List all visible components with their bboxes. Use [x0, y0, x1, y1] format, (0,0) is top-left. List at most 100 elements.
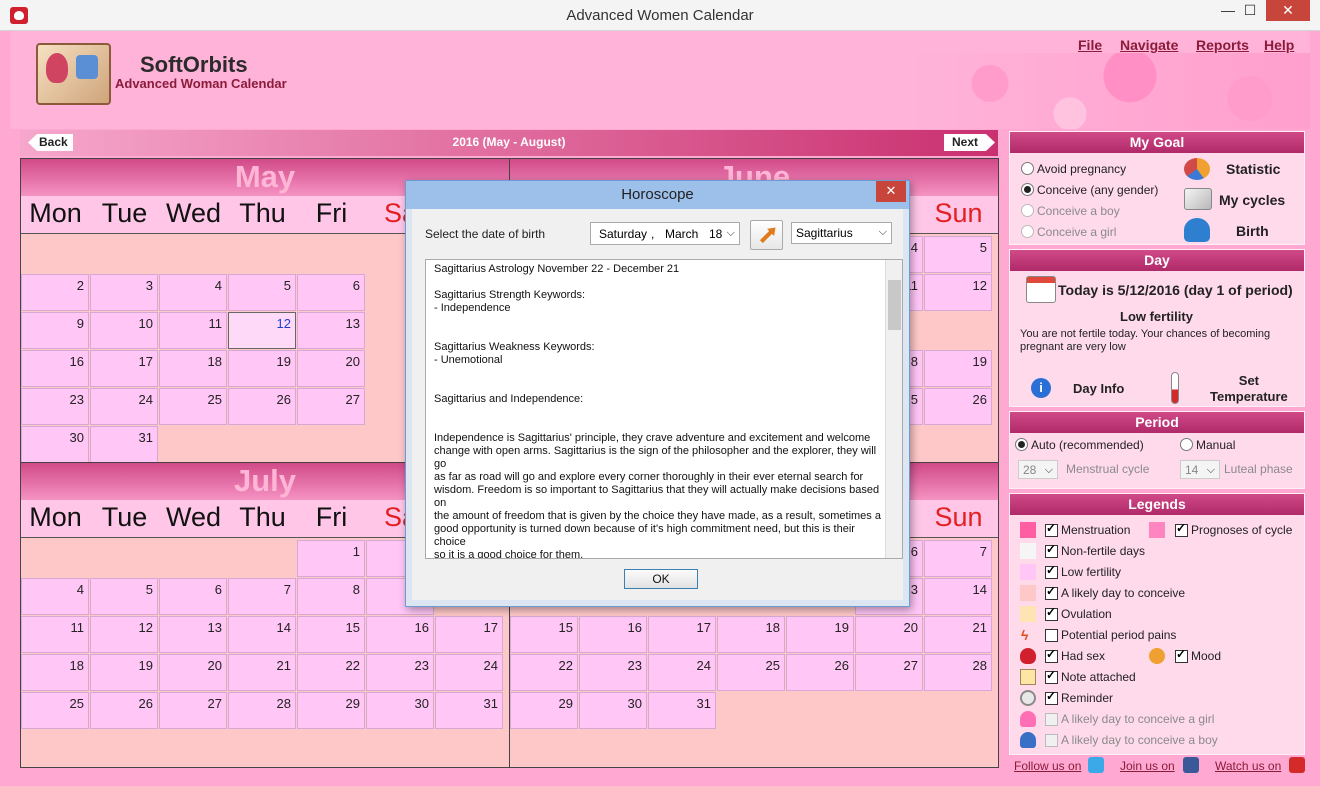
day-cell[interactable]: 7	[924, 540, 992, 577]
legend-had-sex-checkbox[interactable]: Had sex	[1045, 647, 1105, 663]
menu-file[interactable]: File	[1078, 37, 1102, 53]
day-cell[interactable]: 5	[228, 274, 296, 311]
day-cell[interactable]: 3	[90, 274, 158, 311]
day-cell[interactable]: 20	[159, 654, 227, 691]
day-cell[interactable]: 26	[924, 388, 992, 425]
day-cell[interactable]: 2	[21, 274, 89, 311]
twitter-icon[interactable]	[1088, 757, 1104, 773]
day-cell[interactable]: 30	[579, 692, 647, 729]
day-cell[interactable]: 23	[21, 388, 89, 425]
day-cell[interactable]: 15	[297, 616, 365, 653]
day-cell[interactable]: 26	[228, 388, 296, 425]
day-cell[interactable]: 14	[228, 616, 296, 653]
day-info-button[interactable]: Day Info	[1073, 381, 1124, 396]
day-cell[interactable]: 23	[366, 654, 434, 691]
day-cell[interactable]: 28	[228, 692, 296, 729]
day-cell[interactable]: 29	[297, 692, 365, 729]
legend-conceive-girl-checkbox[interactable]: A likely day to conceive a girl	[1045, 712, 1214, 726]
day-cell[interactable]: 17	[90, 350, 158, 387]
day-cell[interactable]: 23	[579, 654, 647, 691]
day-cell[interactable]: 5	[924, 236, 992, 273]
legend-conceive-boy-checkbox[interactable]: A likely day to conceive a boy	[1045, 733, 1218, 747]
menu-reports[interactable]: Reports	[1196, 37, 1249, 53]
day-cell[interactable]: 25	[159, 388, 227, 425]
cycle-length-select[interactable]: 28 ⌵	[1018, 460, 1058, 479]
legend-low-fertility-checkbox[interactable]: Low fertility	[1045, 563, 1121, 579]
day-cell[interactable]: 27	[297, 388, 365, 425]
day-cell[interactable]: 11	[21, 616, 89, 653]
close-window-button[interactable]: ✕	[1266, 0, 1310, 21]
set-temperature-button[interactable]: Set Temperature	[1210, 373, 1288, 405]
legend-likely-conceive-checkbox[interactable]: A likely day to conceive	[1045, 584, 1185, 600]
day-cell[interactable]: 30	[21, 426, 89, 462]
luteal-phase-select[interactable]: 14 ⌵	[1180, 460, 1220, 479]
day-cell[interactable]: 8	[297, 578, 365, 615]
period-auto-radio[interactable]: Auto (recommended)	[1015, 438, 1144, 452]
ok-button[interactable]: OK	[624, 569, 698, 589]
day-cell[interactable]: 17	[435, 616, 503, 653]
legend-mood-checkbox[interactable]: Mood	[1175, 647, 1221, 663]
goal-conceive-boy-radio[interactable]: Conceive a boy	[1021, 204, 1120, 218]
minimize-button[interactable]: —	[1218, 0, 1238, 21]
goal-conceive-girl-radio[interactable]: Conceive a girl	[1021, 225, 1116, 239]
day-cell[interactable]: 19	[228, 350, 296, 387]
day-cell[interactable]: 6	[297, 274, 365, 311]
day-cell[interactable]: 4	[21, 578, 89, 615]
day-cell[interactable]: 7	[228, 578, 296, 615]
menu-navigate[interactable]: Navigate	[1120, 37, 1178, 53]
day-cell[interactable]: 17	[648, 616, 716, 653]
zodiac-sign-button[interactable]	[750, 220, 783, 250]
day-cell[interactable]: 13	[159, 616, 227, 653]
day-cell[interactable]: 27	[855, 654, 923, 691]
day-cell[interactable]: 31	[90, 426, 158, 462]
next-button[interactable]: Next	[944, 134, 995, 151]
day-cell[interactable]: 18	[717, 616, 785, 653]
day-cell[interactable]: 22	[510, 654, 578, 691]
day-cell[interactable]: 26	[90, 692, 158, 729]
day-cell[interactable]: 22	[297, 654, 365, 691]
day-cell[interactable]: 21	[228, 654, 296, 691]
day-cell[interactable]: 11	[159, 312, 227, 349]
day-cell[interactable]: 13	[297, 312, 365, 349]
day-cell[interactable]: 27	[159, 692, 227, 729]
day-cell[interactable]: 20	[297, 350, 365, 387]
day-cell[interactable]: 5	[90, 578, 158, 615]
day-cell[interactable]: 12	[924, 274, 992, 311]
day-cell[interactable]: 10	[90, 312, 158, 349]
day-cell[interactable]: 25	[21, 692, 89, 729]
day-cell[interactable]: 26	[786, 654, 854, 691]
day-cell[interactable]: 14	[924, 578, 992, 615]
day-cell[interactable]: 19	[786, 616, 854, 653]
day-cell[interactable]: 29	[510, 692, 578, 729]
maximize-button[interactable]: ☐	[1240, 0, 1260, 21]
day-cell[interactable]: 16	[366, 616, 434, 653]
my-cycles-button[interactable]: My cycles	[1219, 192, 1285, 208]
legend-non-fertile-checkbox[interactable]: Non-fertile days	[1045, 542, 1145, 558]
birth-button[interactable]: Birth	[1236, 223, 1269, 239]
day-cell[interactable]: 19	[924, 350, 992, 387]
youtube-icon[interactable]	[1289, 757, 1305, 773]
legend-note-checkbox[interactable]: Note attached	[1045, 668, 1136, 684]
day-cell[interactable]: 24	[435, 654, 503, 691]
period-manual-radio[interactable]: Manual	[1180, 438, 1235, 452]
dialog-close-button[interactable]: ✕	[876, 181, 906, 202]
day-cell[interactable]: 9	[21, 312, 89, 349]
day-cell[interactable]: 30	[366, 692, 434, 729]
scrollbar-thumb[interactable]	[888, 280, 901, 330]
day-cell[interactable]: 6	[159, 578, 227, 615]
birth-date-picker[interactable]: Saturday , March 18 ⌵	[590, 222, 740, 245]
day-cell[interactable]: 25	[717, 654, 785, 691]
goal-conceive-any-radio[interactable]: Conceive (any gender)	[1021, 183, 1158, 197]
horoscope-scrollbar[interactable]	[885, 260, 902, 558]
day-cell[interactable]: 18	[21, 654, 89, 691]
day-cell[interactable]: 12	[90, 616, 158, 653]
legend-ovulation-checkbox[interactable]: Ovulation	[1045, 605, 1112, 621]
day-cell[interactable]: 21	[924, 616, 992, 653]
facebook-link[interactable]: Join us on	[1120, 759, 1175, 773]
day-cell[interactable]: 19	[90, 654, 158, 691]
day-cell[interactable]: 15	[510, 616, 578, 653]
statistic-button[interactable]: Statistic	[1226, 161, 1280, 177]
facebook-icon[interactable]	[1183, 757, 1199, 773]
day-cell[interactable]: 18	[159, 350, 227, 387]
day-cell[interactable]: 20	[855, 616, 923, 653]
